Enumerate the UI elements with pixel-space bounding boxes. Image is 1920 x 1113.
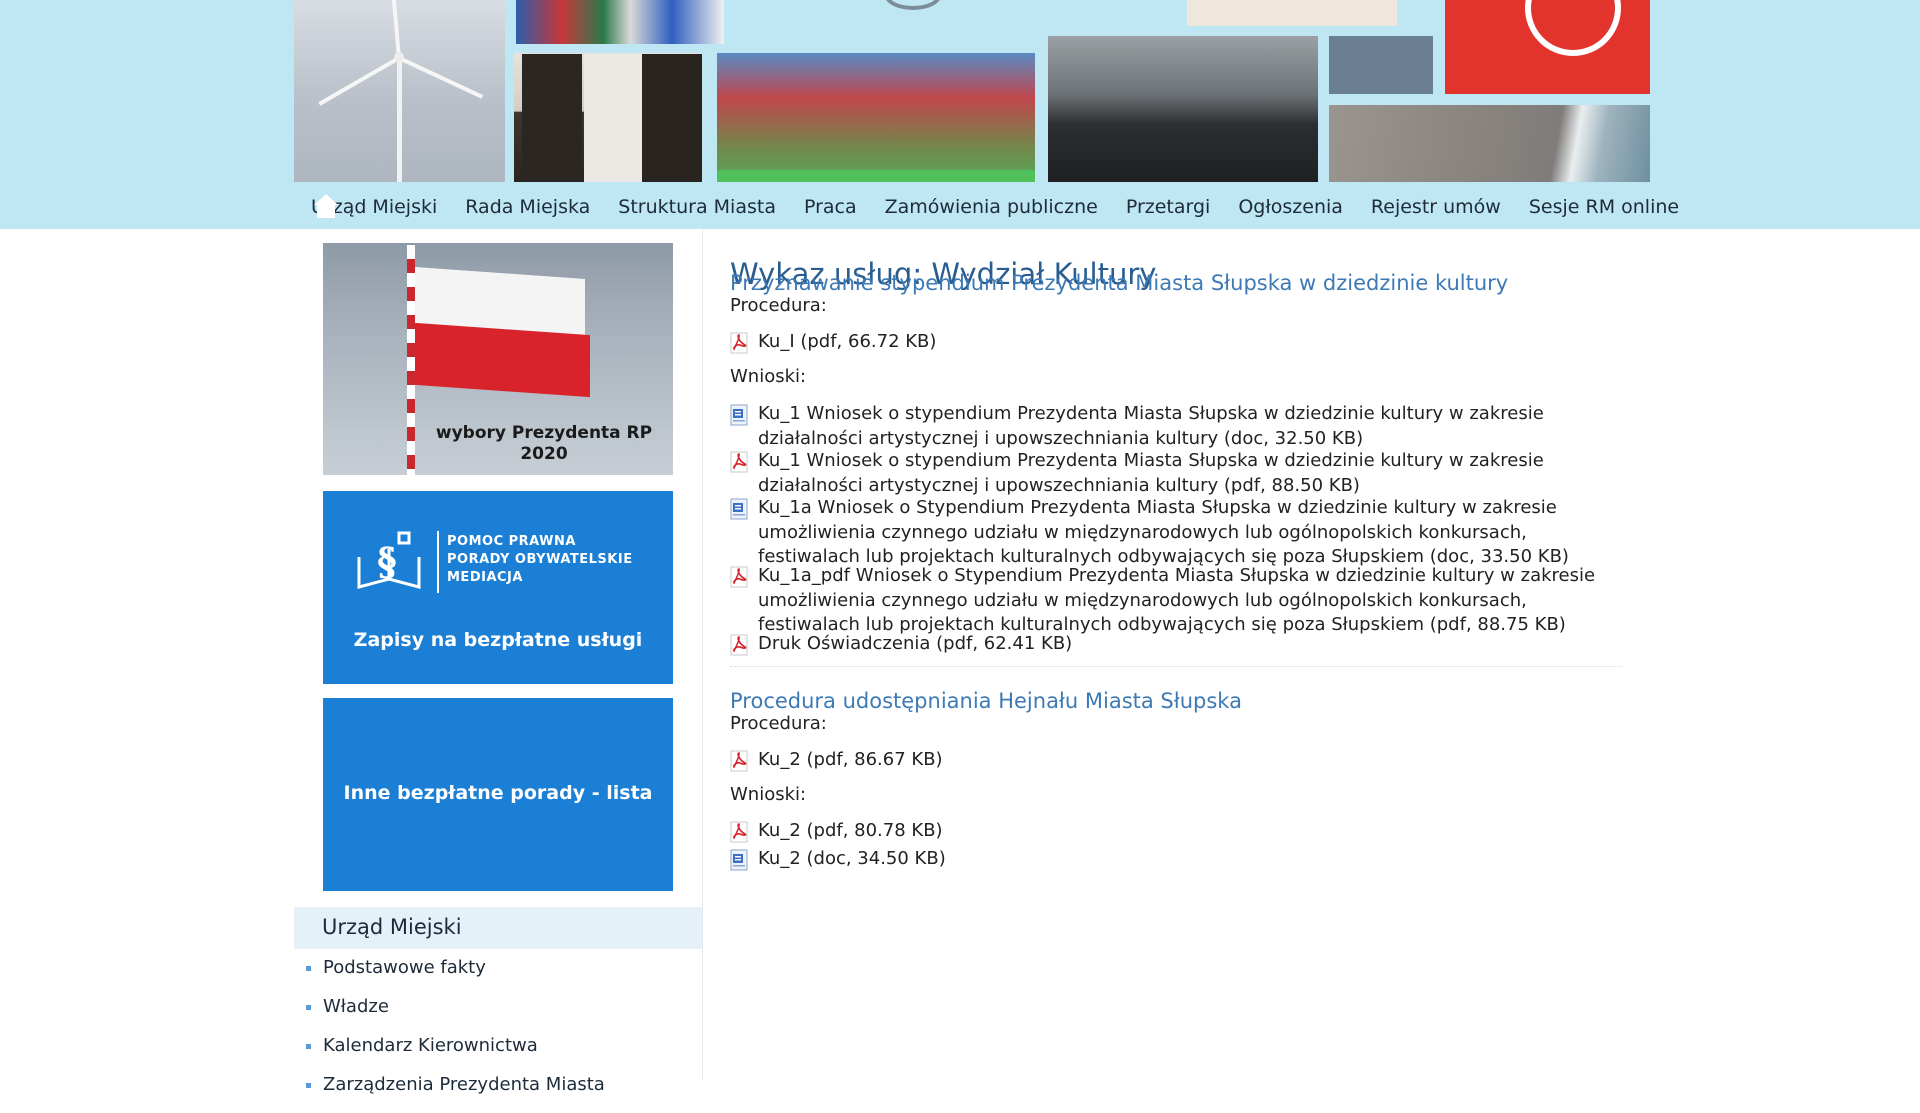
city-logo-icon: [884, 0, 942, 10]
legal-aid-banner[interactable]: § POMOC PRAWNA PORADY OBYWATELSKIE MEDIA…: [323, 491, 673, 684]
legal-aid-small-text: POMOC PRAWNA PORADY OBYWATELSKIE MEDIACJ…: [447, 534, 633, 585]
bullet-icon: [306, 1044, 311, 1049]
sidebar-menu-item[interactable]: Podstawowe fakty: [294, 957, 702, 996]
file-link-text: Ku_1a Wniosek o Stypendium Prezydenta Mi…: [758, 497, 1569, 567]
wind-turbine-photo: [294, 0, 505, 182]
section-title[interactable]: Przyznawanie stypendium Prezydenta Miast…: [730, 271, 1508, 295]
sidebar-menu-item-label: Podstawowe fakty: [323, 957, 486, 978]
doc-file-icon: [730, 498, 748, 520]
flag-red-stripe: [415, 322, 590, 398]
sport-photo: [516, 0, 724, 44]
legal-aid-main-text: Zapisy na bezpłatne usługi: [353, 629, 643, 651]
nav-item-6[interactable]: Przetargi: [1126, 196, 1211, 218]
sidebar-menu: Podstawowe fakty Władze Kalendarz Kierowni…: [294, 957, 702, 1113]
bullet-icon: [306, 1083, 311, 1088]
file-link-text: Ku_2 (pdf, 86.67 KB): [758, 749, 943, 770]
forms-label: Wnioski:: [730, 366, 807, 387]
section-title[interactable]: Procedura udostępniania Hejnału Miasta S…: [730, 689, 1242, 713]
sidebar-menu-item-label: Zarządzenia Prezydenta Miasta: [323, 1074, 605, 1095]
market-photo: [717, 53, 1035, 182]
pdf-file-icon: [730, 332, 748, 354]
file-link-text: Ku_2 (doc, 34.50 KB): [758, 848, 946, 869]
meeting-photo: [1048, 36, 1318, 182]
pdf-file-icon: [730, 566, 748, 588]
slate-tile: [1329, 36, 1433, 94]
file-link-text: Ku_I (pdf, 66.72 KB): [758, 331, 937, 352]
main-nav: Urząd Miejski Rada Miejska Struktura Miast…: [294, 190, 1679, 224]
other-advice-banner[interactable]: Inne bezpłatne porady - lista: [323, 698, 673, 891]
doc-file-icon: [730, 404, 748, 426]
officials-photo: [514, 53, 702, 182]
sidebar-menu-heading: Urząd Miejski: [294, 907, 702, 949]
sidebar-menu-heading-text: Urząd Miejski: [322, 915, 462, 939]
nav-item-7[interactable]: Ogłoszenia: [1238, 196, 1343, 218]
file-link-text: Ku_2 (pdf, 80.78 KB): [758, 820, 943, 841]
other-advice-text: Inne bezpłatne porady - lista: [343, 782, 653, 804]
file-link-text: Druk Oświadczenia (pdf, 62.41 KB): [758, 633, 1073, 654]
bullet-icon: [306, 966, 311, 971]
bullet-icon: [306, 1005, 311, 1010]
pdf-file-icon: [730, 634, 748, 656]
nav-item-5[interactable]: Zamówienia publiczne: [885, 196, 1098, 218]
file-link-text: Ku_1 Wniosek o stypendium Prezydenta Mia…: [758, 450, 1544, 496]
elections-banner[interactable]: wybory Prezydenta RP 2020: [323, 243, 673, 475]
red-logo-tile: [1445, 0, 1650, 94]
sidebar-menu-item-label: Kalendarz Kierownictwa: [323, 1035, 538, 1056]
file-link-text: Ku_1a_pdf Wniosek o Stypendium Prezydent…: [758, 565, 1596, 635]
nav-items: Urząd Miejski Rada Miejska Struktura Miast…: [311, 196, 1707, 218]
nav-item-2[interactable]: Rada Miejska: [465, 196, 590, 218]
nav-item-8[interactable]: Rejestr umów: [1371, 196, 1501, 218]
documents-photo: [1187, 0, 1397, 26]
procedure-label: Procedura:: [730, 713, 827, 734]
procedure-label: Procedura:: [730, 295, 827, 316]
sidebar-menu-item-label: Władze: [323, 996, 389, 1017]
nav-item-4[interactable]: Praca: [804, 196, 857, 218]
pdf-file-icon: [730, 451, 748, 473]
pdf-file-icon: [730, 821, 748, 843]
section-divider: [730, 666, 1622, 667]
forms-label: Wnioski:: [730, 784, 807, 805]
elections-banner-caption: wybory Prezydenta RP 2020: [435, 423, 653, 464]
file-link-text: Ku_1 Wniosek o stypendium Prezydenta Mia…: [758, 403, 1544, 449]
svg-text:§: §: [377, 539, 397, 584]
nav-item-3[interactable]: Struktura Miasta: [618, 196, 776, 218]
banner-divider: [437, 531, 439, 593]
flag-pole: [407, 245, 415, 475]
sidebar-menu-item[interactable]: Kalendarz Kierownictwa: [294, 1035, 702, 1074]
nav-item-9[interactable]: Sesje RM online: [1529, 196, 1679, 218]
pdf-file-icon: [730, 750, 748, 772]
doc-file-icon: [730, 849, 748, 871]
sidebar-menu-item[interactable]: Władze: [294, 996, 702, 1035]
header-photo-collage: [294, 0, 1650, 184]
sidebar: wybory Prezydenta RP 2020 § POMOC PRAWNA…: [294, 229, 703, 1095]
beach-photo: [1329, 105, 1650, 182]
paragraph-book-icon: §: [357, 531, 421, 589]
